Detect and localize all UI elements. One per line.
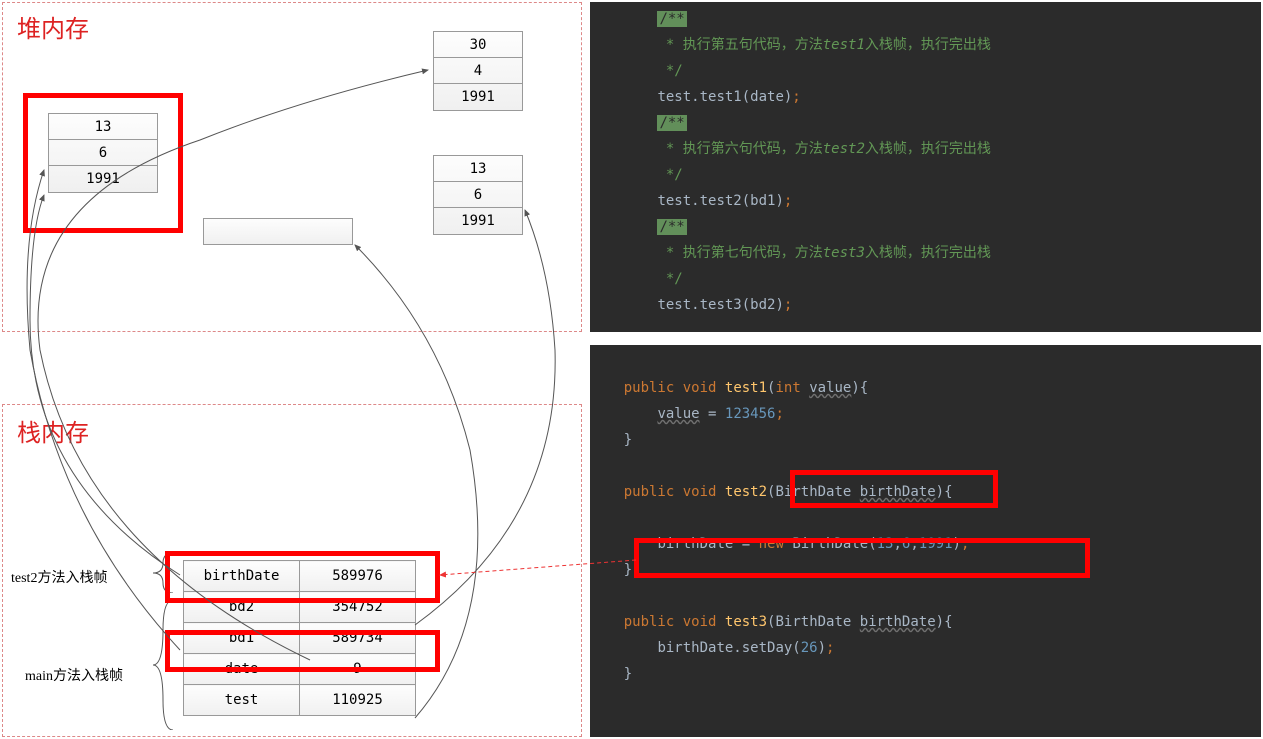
code-line: test.test2(bd1);: [590, 188, 1261, 214]
code-top-panel: /** * 执行第五句代码，方法test1入栈帧，执行完出栈 */ test.t…: [590, 2, 1261, 332]
code-line: * 执行第六句代码，方法test2入栈帧，执行完出栈: [590, 136, 1261, 162]
code-line: birthDate.setDay(26);: [590, 635, 1261, 661]
code-line: public void test1(int value){: [590, 375, 1261, 401]
heap-block-1: 30 4 1991: [433, 31, 523, 111]
code-line: }: [590, 427, 1261, 453]
cell: 1991: [434, 208, 522, 234]
stack-panel: 栈内存 test2方法入栈帧 main方法入栈帧 birthDate589976…: [2, 404, 582, 737]
code-line: [590, 505, 1261, 531]
cell: 110925: [300, 685, 416, 716]
cell: 6: [434, 182, 522, 208]
code-line: test.test3(bd2);: [590, 292, 1261, 318]
highlight-box: [165, 551, 440, 603]
cell: [204, 219, 352, 245]
highlight-box: [165, 630, 440, 672]
heap-block-4: [203, 218, 353, 245]
code-line: test.test1(date);: [590, 84, 1261, 110]
code-line: */: [590, 162, 1261, 188]
code-line: public void test3(BirthDate birthDate){: [590, 609, 1261, 635]
code-line: value = 123456;: [590, 401, 1261, 427]
stack-label-test2: test2方法入栈帧: [11, 567, 107, 587]
heap-panel: 堆内存 30 4 1991 13 6 1991 13 6 1991: [2, 2, 582, 332]
code-line: */: [590, 58, 1261, 84]
code-line: * 执行第七句代码，方法test3入栈帧，执行完出栈: [590, 240, 1261, 266]
heap-block-3: 13 6 1991: [433, 155, 523, 235]
table-row: test110925: [184, 685, 416, 716]
highlight-box: [23, 93, 183, 233]
heap-title: 堆内存: [17, 9, 89, 44]
code-line: */: [590, 266, 1261, 292]
code-line: [590, 583, 1261, 609]
stack-label-main: main方法入栈帧: [25, 665, 123, 685]
stack-title: 栈内存: [17, 413, 89, 448]
code-line: /**: [590, 6, 1261, 32]
cell: 30: [434, 32, 522, 58]
code-line: * 执行第五句代码，方法test1入栈帧，执行完出栈: [590, 32, 1261, 58]
highlight-box: [634, 538, 1090, 578]
code-line: }: [590, 661, 1261, 687]
cell: test: [184, 685, 300, 716]
code-bottom-panel: public void test1(int value){ value = 12…: [590, 345, 1261, 737]
cell: 1991: [434, 84, 522, 110]
cell: 4: [434, 58, 522, 84]
cell: 13: [434, 156, 522, 182]
code-line: [590, 349, 1261, 375]
highlight-box: [790, 470, 998, 508]
code-line: /**: [590, 214, 1261, 240]
code-line: /**: [590, 110, 1261, 136]
